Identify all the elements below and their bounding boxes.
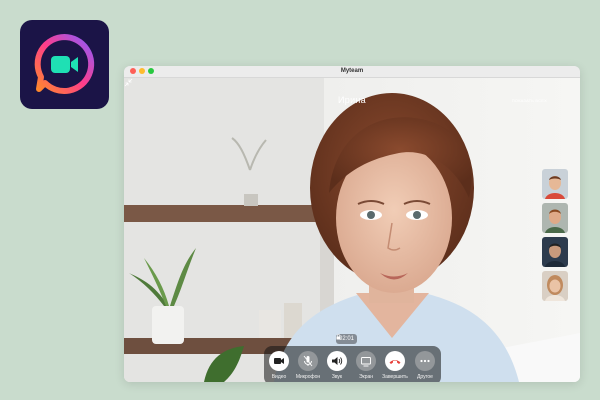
window-title: Myteam — [340, 68, 364, 74]
participants-strip — [542, 169, 568, 305]
participant-avatar — [542, 203, 568, 233]
more-label: Другое — [417, 374, 433, 380]
chat-video-logo-icon — [34, 34, 95, 94]
camera-icon — [274, 358, 284, 364]
show-all-link[interactable]: ПОКАЗАТЬ ВСЕХ — [512, 98, 547, 103]
speaker-icon — [332, 357, 343, 365]
sound-button[interactable] — [327, 351, 347, 371]
participant-avatar — [542, 169, 568, 199]
video-control[interactable]: Видео — [264, 351, 294, 380]
end-call-button[interactable] — [385, 351, 405, 371]
end-call-label: Завершить — [382, 374, 408, 380]
more-button[interactable] — [415, 351, 435, 371]
call-window: Myteam Ирина ПОКАЗАТЬ ВСЕХ 02:01 Видео М… — [124, 66, 580, 382]
screen-control[interactable]: Экран — [351, 351, 381, 380]
sound-control[interactable]: Звук — [322, 351, 352, 380]
participant-thumbnail[interactable] — [542, 169, 568, 199]
hang-up-icon — [389, 360, 401, 364]
call-duration: 02:01 — [339, 336, 355, 342]
microphone-control[interactable]: Микрофон — [293, 351, 323, 380]
participant-thumbnail[interactable] — [542, 271, 568, 301]
screen-share-icon — [361, 357, 371, 367]
sound-label: Звук — [331, 374, 343, 380]
more-control[interactable]: Другое — [410, 351, 440, 380]
screen-label: Экран — [358, 374, 374, 380]
lock-icon — [336, 334, 341, 340]
collapse-arrows-icon[interactable] — [124, 78, 133, 87]
participant-thumbnail[interactable] — [542, 237, 568, 267]
end-call-control[interactable]: Завершить — [380, 351, 410, 380]
screen-button[interactable] — [356, 351, 376, 371]
more-icon — [420, 359, 430, 363]
title-bar: Myteam — [124, 66, 580, 78]
video-label: Видео — [271, 374, 287, 380]
microphone-label: Микрофон — [295, 374, 321, 380]
microphone-button[interactable] — [298, 351, 318, 371]
call-controls-bar: Видео Микрофон Звук Экран Завершить Друг… — [264, 346, 441, 382]
call-timer: 02:01 — [336, 334, 358, 344]
myteam-app-icon — [20, 20, 109, 109]
video-button[interactable] — [269, 351, 289, 371]
participant-thumbnail[interactable] — [542, 203, 568, 233]
microphone-off-icon — [303, 355, 313, 367]
participant-avatar — [542, 271, 568, 301]
video-feed: Ирина ПОКАЗАТЬ ВСЕХ 02:01 Видео Микрофон… — [124, 78, 580, 382]
participant-avatar — [542, 237, 568, 267]
